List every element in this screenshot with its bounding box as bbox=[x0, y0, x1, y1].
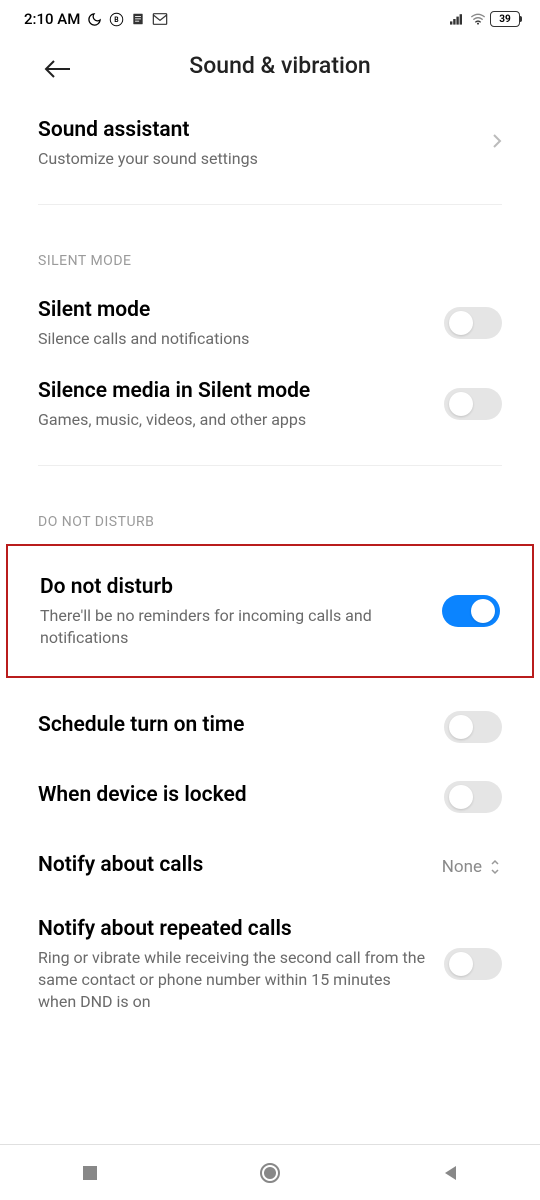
silence-media-row[interactable]: Silence media in Silent mode Games, musi… bbox=[0, 364, 540, 445]
silence-media-subtitle: Games, music, videos, and other apps bbox=[38, 409, 428, 431]
locked-title: When device is locked bbox=[38, 782, 428, 809]
sound-assistant-title: Sound assistant bbox=[38, 117, 476, 144]
silence-media-title: Silence media in Silent mode bbox=[38, 378, 428, 405]
silent-mode-subtitle: Silence calls and notifications bbox=[38, 328, 428, 350]
status-bar: 2:10 AM B 39 bbox=[0, 0, 540, 32]
dnd-toggle[interactable] bbox=[442, 595, 500, 627]
notify-repeated-subtitle: Ring or vibrate while receiving the seco… bbox=[38, 947, 428, 1012]
battery-level: 39 bbox=[499, 14, 510, 25]
silence-media-toggle[interactable] bbox=[444, 388, 502, 420]
notify-calls-row[interactable]: Notify about calls None bbox=[0, 832, 540, 902]
svg-text:B: B bbox=[114, 16, 119, 24]
wifi-icon bbox=[470, 11, 486, 27]
section-header-dnd: DO NOT DISTURB bbox=[0, 486, 540, 544]
schedule-row[interactable]: Schedule turn on time bbox=[0, 692, 540, 762]
divider bbox=[38, 204, 502, 205]
page-title: Sound & vibration bbox=[44, 52, 516, 79]
mail-icon bbox=[152, 11, 168, 27]
select-chevrons-icon bbox=[488, 857, 502, 877]
page-header: Sound & vibration bbox=[0, 32, 540, 103]
moon-icon bbox=[86, 11, 102, 27]
content: Sound assistant Customize your sound set… bbox=[0, 103, 540, 1086]
signal-icon bbox=[450, 11, 466, 27]
notify-calls-value: None bbox=[442, 857, 482, 877]
notify-calls-title: Notify about calls bbox=[38, 852, 426, 879]
schedule-title: Schedule turn on time bbox=[38, 712, 428, 739]
b-icon: B bbox=[108, 11, 124, 27]
recent-apps-button[interactable] bbox=[79, 1162, 101, 1184]
status-time: 2:10 AM bbox=[24, 10, 80, 28]
silent-mode-toggle[interactable] bbox=[444, 307, 502, 339]
dnd-row[interactable]: Do not disturb There'll be no reminders … bbox=[6, 544, 534, 678]
silent-mode-title: Silent mode bbox=[38, 297, 428, 324]
locked-toggle[interactable] bbox=[444, 781, 502, 813]
schedule-toggle[interactable] bbox=[444, 711, 502, 743]
status-right: 39 bbox=[450, 11, 520, 27]
back-button[interactable] bbox=[44, 54, 74, 84]
status-left: 2:10 AM B bbox=[24, 10, 168, 28]
sound-assistant-row[interactable]: Sound assistant Customize your sound set… bbox=[0, 103, 540, 184]
locked-row[interactable]: When device is locked bbox=[0, 762, 540, 832]
dnd-subtitle: There'll be no reminders for incoming ca… bbox=[40, 605, 426, 648]
back-nav-button[interactable] bbox=[439, 1162, 461, 1184]
chevron-right-icon bbox=[492, 133, 502, 153]
battery-icon: 39 bbox=[490, 11, 520, 27]
notify-repeated-row[interactable]: Notify about repeated calls Ring or vibr… bbox=[0, 902, 540, 1026]
notify-repeated-toggle[interactable] bbox=[444, 948, 502, 980]
navigation-bar bbox=[0, 1144, 540, 1200]
document-icon bbox=[130, 11, 146, 27]
divider bbox=[38, 465, 502, 466]
section-header-silent: SILENT MODE bbox=[0, 225, 540, 283]
sound-assistant-subtitle: Customize your sound settings bbox=[38, 148, 476, 170]
notify-repeated-title: Notify about repeated calls bbox=[38, 916, 428, 943]
home-button[interactable] bbox=[259, 1162, 281, 1184]
dnd-title: Do not disturb bbox=[40, 574, 426, 601]
silent-mode-row[interactable]: Silent mode Silence calls and notificati… bbox=[0, 283, 540, 364]
